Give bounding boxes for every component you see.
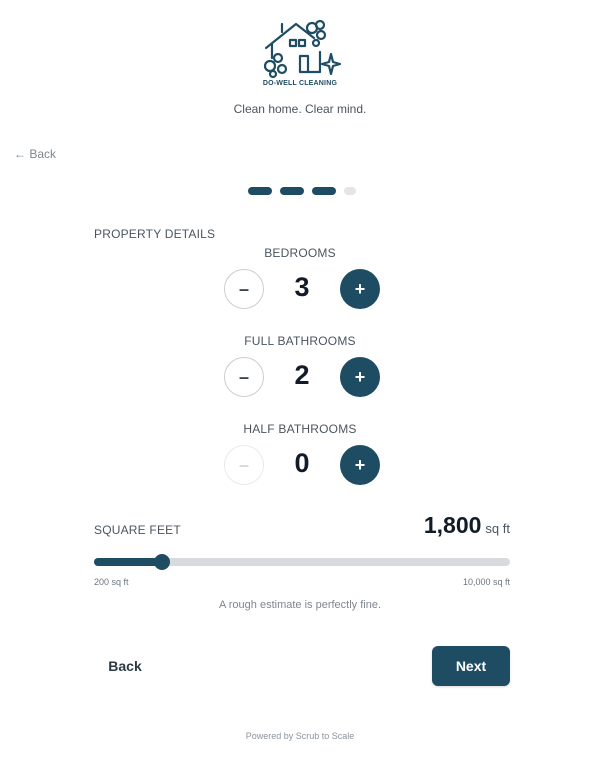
progress-step-4 xyxy=(344,187,356,195)
bedrooms-value: 3 xyxy=(294,272,310,302)
bedrooms-increment-button[interactable]: + xyxy=(340,269,380,309)
slider-fill xyxy=(94,558,162,566)
progress-step-3 xyxy=(312,187,336,195)
bedrooms-label: BEDROOMS xyxy=(264,246,336,260)
minus-icon: – xyxy=(238,455,249,475)
full-bathrooms-increment-button[interactable]: + xyxy=(340,357,380,397)
progress-step-1 xyxy=(248,187,272,195)
powered-by-footer: Powered by Scrub to Scale xyxy=(245,731,355,741)
square-feet-unit: sq ft xyxy=(485,521,510,536)
estimate-hint: A rough estimate is perfectly fine. xyxy=(218,599,382,611)
square-feet-slider[interactable] xyxy=(94,554,510,570)
half-bathrooms-value: 0 xyxy=(294,448,310,478)
house-cleaning-logo-icon xyxy=(263,19,342,79)
plus-icon: + xyxy=(354,367,366,387)
brand-name: DO-WELL CLEANING xyxy=(262,80,338,87)
square-feet-value: 1,800 xyxy=(423,512,482,538)
slider-min-label: 200 sq ft xyxy=(94,577,129,587)
brand-tagline: Clean home. Clear mind. xyxy=(233,102,367,116)
back-link[interactable]: ← Back xyxy=(14,147,56,161)
progress-step-2 xyxy=(280,187,304,195)
full-bathrooms-label: FULL BATHROOMS xyxy=(244,334,356,348)
section-title: PROPERTY DETAILS xyxy=(94,227,216,241)
next-button[interactable]: Next xyxy=(432,646,510,686)
half-bathrooms-increment-button[interactable]: + xyxy=(340,445,380,485)
minus-icon: – xyxy=(238,367,249,387)
minus-icon: – xyxy=(238,279,249,299)
slider-max-label: 10,000 sq ft xyxy=(462,577,510,587)
step-progress xyxy=(248,187,356,195)
square-feet-label: SQUARE FEET xyxy=(94,523,181,537)
plus-icon: + xyxy=(354,455,366,475)
half-bathrooms-label: HALF BATHROOMS xyxy=(243,422,357,436)
back-button[interactable]: Back xyxy=(94,646,156,686)
plus-icon: + xyxy=(354,279,366,299)
full-bathrooms-value: 2 xyxy=(294,360,310,390)
half-bathrooms-decrement-button[interactable]: – xyxy=(224,445,264,485)
full-bathrooms-decrement-button[interactable]: – xyxy=(224,357,264,397)
square-feet-readout: 1,800 sq ft xyxy=(424,512,510,539)
slider-thumb[interactable] xyxy=(153,554,170,570)
bedrooms-decrement-button[interactable]: – xyxy=(224,269,264,309)
